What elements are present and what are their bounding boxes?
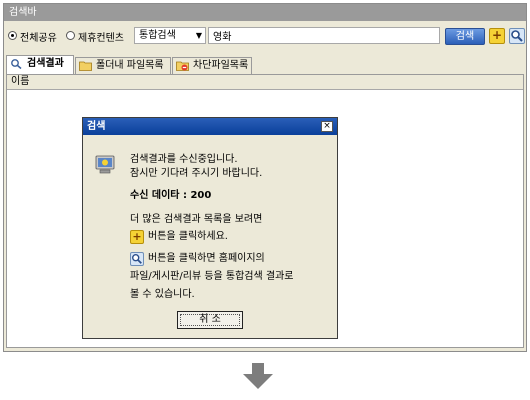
tab-search-results[interactable]: 검색결과 bbox=[6, 55, 74, 74]
search-button[interactable]: 검색 bbox=[445, 28, 485, 45]
tab-label: 폴더내 파일목록 bbox=[96, 60, 164, 71]
search-toolbar: 전체공유 제휴컨텐츠 통합검색 ▼ 검색 + bbox=[4, 25, 526, 49]
magnifier-icon[interactable] bbox=[509, 28, 525, 44]
folder-icon bbox=[79, 61, 92, 71]
tab-blocked-files[interactable]: 차단파일목록 bbox=[172, 57, 252, 74]
home-search-line-2: 파일/게시판/리뷰 등을 통합검색 결과로 bbox=[130, 271, 294, 282]
dialog-title: 검색 bbox=[83, 118, 337, 135]
magnifier-icon bbox=[11, 59, 22, 69]
radio-all-share[interactable] bbox=[8, 31, 17, 40]
home-search-line-1: 버튼을 클릭하면 홈페이지의 bbox=[148, 253, 265, 264]
column-header-name[interactable]: 이름 bbox=[7, 75, 523, 90]
window-title: 검색바 bbox=[4, 4, 526, 21]
search-input[interactable] bbox=[208, 27, 440, 44]
search-type-value: 통합검색 bbox=[139, 30, 176, 41]
tab-label: 검색결과 bbox=[27, 58, 64, 69]
radio-partner-content[interactable] bbox=[66, 31, 75, 40]
close-icon[interactable]: × bbox=[321, 121, 333, 132]
plus-icon: + bbox=[130, 230, 144, 244]
computer-icon bbox=[95, 155, 115, 174]
arrow-down-icon bbox=[243, 363, 273, 389]
search-dialog: 검색 × 검색결과를 수신중입니다. 잠시만 기다려 주시기 바랍니다. 수신 … bbox=[82, 117, 338, 339]
tab-folder-files[interactable]: 폴더내 파일목록 bbox=[75, 57, 171, 74]
status-line-1: 검색결과를 수신중입니다. bbox=[130, 154, 238, 165]
plus-instruction: 버튼을 클릭하세요. bbox=[148, 231, 228, 242]
tab-label: 차단파일목록 bbox=[193, 60, 249, 71]
radio-all-share-label[interactable]: 전체공유 bbox=[20, 29, 57, 44]
received-count: 수신 데이타 : 200 bbox=[130, 190, 212, 201]
chevron-down-icon: ▼ bbox=[195, 31, 202, 40]
home-search-line-3: 볼 수 있습니다. bbox=[130, 289, 195, 300]
magnifier-icon bbox=[130, 252, 144, 266]
more-results-text: 더 많은 검색결과 목록을 보려면 bbox=[130, 214, 263, 225]
plus-icon[interactable]: + bbox=[489, 28, 505, 44]
status-line-2: 잠시만 기다려 주시기 바랍니다. bbox=[130, 168, 263, 179]
radio-partner-content-label[interactable]: 제휴컨텐츠 bbox=[78, 29, 124, 44]
block-folder-icon bbox=[176, 61, 189, 71]
search-type-select[interactable]: 통합검색 ▼ bbox=[134, 27, 206, 44]
cancel-button[interactable]: 취 소 bbox=[177, 311, 243, 329]
